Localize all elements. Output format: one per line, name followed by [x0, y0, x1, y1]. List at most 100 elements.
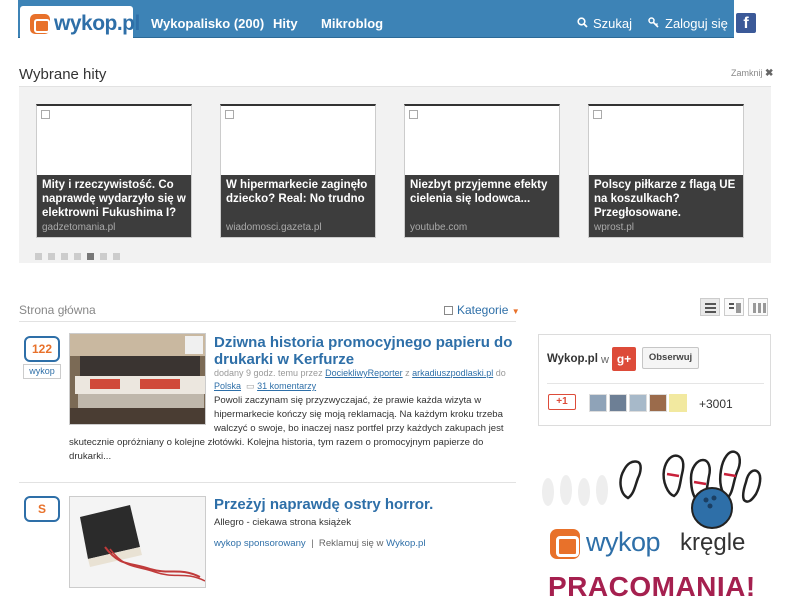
- wykop-logo-icon: [30, 14, 50, 34]
- carousel-dot[interactable]: [74, 253, 81, 260]
- advertise-text: Reklamuj się w: [318, 538, 384, 549]
- hit-caption: Polscy piłkarze z flagą UE na koszulkach…: [589, 175, 743, 237]
- section-title: Strona główna: [19, 303, 96, 317]
- carousel-pagination: [35, 247, 126, 265]
- key-icon: [648, 16, 660, 31]
- view-grid-button[interactable]: [748, 298, 768, 316]
- broken-image-icon: [225, 110, 234, 119]
- article-meta: dodany 9 godz. temu przez DociekliwyRepo…: [214, 367, 514, 393]
- logo[interactable]: wykop.pl: [20, 6, 140, 39]
- sponsored-info: wykop sponsorowany | Reklamuj się w Wyko…: [214, 538, 425, 549]
- hit-card[interactable]: Niezbyt przyjemne efekty cielenia się lo…: [404, 104, 560, 238]
- sponsored-badge: S: [24, 496, 60, 522]
- avatar: [649, 394, 667, 412]
- article-description-cont: skutecznie opróżniany o kolejne złotówki…: [69, 436, 483, 464]
- desc-line: skutecznie opróżniany o kolejne złotówki…: [69, 437, 484, 448]
- hit-title: Mity i rzeczywistość. Co naprawdę wydarz…: [42, 179, 186, 219]
- broken-image-icon: [593, 110, 602, 119]
- advertise-link[interactable]: Wykop.pl: [386, 538, 425, 549]
- facebook-icon[interactable]: f: [736, 13, 756, 33]
- ad-logo-text: wykop: [586, 527, 661, 557]
- author-link[interactable]: DociekliwyReporter: [325, 368, 403, 378]
- divider: [19, 321, 516, 322]
- ad-suffix: kręgle: [680, 529, 746, 556]
- checkbox-icon: [444, 306, 453, 315]
- ad-headline: PRACOMANIA!: [548, 571, 756, 600]
- page: wykop.pl Wykopalisko (200) Hity Mikroblo…: [0, 0, 800, 600]
- search-link[interactable]: Szukaj: [577, 16, 632, 31]
- login-label: Zaloguj się: [665, 16, 728, 31]
- login-link[interactable]: Zaloguj się: [648, 16, 728, 31]
- right-gutter: [784, 47, 800, 600]
- article-description: Powoli zaczynam się przyzwyczajać, że pr…: [214, 394, 504, 436]
- carousel-dot[interactable]: [35, 253, 42, 260]
- bowling-pins-illustration: [542, 450, 762, 529]
- hit-title: W hipermarkecie zaginęło dziecko? Real: …: [226, 179, 368, 205]
- top-bar: wykop.pl Wykopalisko (200) Hity Mikroblo…: [0, 0, 800, 47]
- broken-image-icon: [409, 110, 418, 119]
- hit-card[interactable]: W hipermarkecie zaginęło dziecko? Real: …: [220, 104, 376, 238]
- sponsored-link[interactable]: wykop sponsorowany: [214, 538, 306, 549]
- plus-one-count: +3001: [699, 397, 733, 411]
- separator: |: [311, 538, 314, 549]
- meta-do: do: [495, 368, 506, 378]
- broken-image-icon: [41, 110, 50, 119]
- hit-caption: Niezbyt przyjemne efekty cielenia się lo…: [405, 175, 559, 237]
- search-icon: [577, 16, 588, 31]
- hit-source: wiadomosci.gazeta.pl: [226, 222, 322, 233]
- close-icon: ✖: [765, 68, 774, 79]
- meta-z: z: [405, 368, 410, 378]
- divider: [547, 383, 764, 384]
- nav-wykopalisko[interactable]: Wykopalisko (200): [151, 16, 264, 31]
- nav-hity[interactable]: Hity: [273, 16, 298, 31]
- tag-link[interactable]: Polska: [214, 381, 241, 391]
- hits-close-button[interactable]: Zamknij ✖: [731, 68, 773, 79]
- divider: [19, 482, 516, 483]
- gplus-page-name[interactable]: Wykop.pl: [547, 353, 598, 365]
- article-title[interactable]: Przeżyj naprawdę ostry horror.: [214, 496, 433, 513]
- carousel-dot[interactable]: [87, 253, 94, 260]
- logo-text: wykop.pl: [54, 12, 140, 35]
- hit-card[interactable]: Polscy piłkarze z flagą UE na koszulkach…: [588, 104, 744, 238]
- meta-added: dodany 9 godz. temu przez: [214, 368, 323, 378]
- wykop-logo-icon: [550, 529, 580, 559]
- gplus-w: w: [601, 354, 609, 366]
- carousel-dot[interactable]: [48, 253, 55, 260]
- title-line: drukarki w Kerfurze: [214, 351, 355, 368]
- carousel-dot[interactable]: [113, 253, 120, 260]
- carousel-dot[interactable]: [61, 253, 68, 260]
- avatar: [669, 394, 687, 412]
- hit-caption: Mity i rzeczywistość. Co naprawdę wydarz…: [37, 175, 191, 237]
- hits-carousel: Mity i rzeczywistość. Co naprawdę wydarz…: [19, 87, 771, 263]
- desc-line: hipermarkecie kończy się moją reklamacją…: [214, 409, 503, 420]
- article-title[interactable]: Dziwna historia promocyjnego papieru do …: [214, 334, 512, 368]
- hit-caption: W hipermarkecie zaginęło dziecko? Real: …: [221, 175, 375, 237]
- search-label: Szukaj: [593, 16, 633, 31]
- hits-close-label: Zamknij: [731, 68, 763, 78]
- view-thumbs-button[interactable]: [724, 298, 744, 316]
- article-thumbnail[interactable]: [69, 496, 206, 588]
- follow-button[interactable]: Obserwuj: [642, 347, 699, 369]
- categories-toggle[interactable]: Kategorie ▼: [444, 303, 520, 317]
- desc-line: drukarki...: [69, 451, 112, 462]
- carousel-dot[interactable]: [100, 253, 107, 260]
- hit-card[interactable]: Mity i rzeczywistość. Co naprawdę wydarz…: [36, 104, 192, 238]
- hits-title: Wybrane hity: [19, 66, 107, 83]
- ad-banner[interactable]: wykop kręgle PRACOMANIA!: [536, 440, 771, 600]
- gplus-icon[interactable]: g+: [612, 347, 636, 371]
- comments-link[interactable]: 31 komentarzy: [257, 381, 316, 391]
- article-subtitle: Allegro - ciekawa strona książek: [214, 517, 352, 528]
- wykop-button[interactable]: wykop: [23, 364, 61, 379]
- hit-source: gadzetomania.pl: [42, 222, 116, 233]
- domain-link[interactable]: arkadiuszpodlaski.pl: [412, 368, 493, 378]
- plus-one-button[interactable]: +1: [548, 394, 576, 410]
- avatar: [629, 394, 647, 412]
- view-list-button[interactable]: [700, 298, 720, 316]
- comment-icon: ▭: [246, 381, 255, 391]
- gplus-widget: Wykop.pl w g+ Obserwuj +1 +3001: [538, 334, 771, 426]
- avatar: [589, 394, 607, 412]
- hit-title: Polscy piłkarze z flagą UE na koszulkach…: [594, 179, 736, 219]
- nav-mikroblog[interactable]: Mikroblog: [321, 16, 383, 31]
- article-thumbnail[interactable]: [69, 333, 206, 425]
- hit-source: youtube.com: [410, 222, 468, 233]
